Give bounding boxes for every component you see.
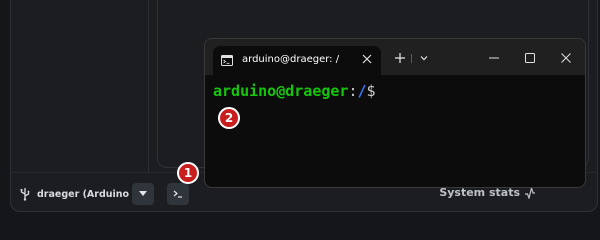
tab-separator	[411, 54, 412, 63]
open-terminal-button[interactable]	[167, 183, 189, 205]
device-dropdown-button[interactable]	[132, 183, 154, 205]
device-label: draeger (Arduino ...	[37, 188, 144, 200]
prompt-user-host: arduino@draeger	[213, 82, 349, 100]
terminal-tab-icon	[221, 55, 233, 66]
terminal-icon	[173, 190, 182, 198]
terminal-window: arduino@draeger: / arduino@draeger:/$	[204, 38, 586, 188]
plus-icon[interactable]	[393, 51, 407, 65]
terminal-tab[interactable]: arduino@draeger: /	[213, 46, 381, 75]
terminal-tab-title: arduino@draeger: /	[242, 54, 340, 65]
chevron-down-icon[interactable]	[417, 51, 431, 65]
prompt-symbol: $	[366, 82, 376, 100]
terminal-titlebar[interactable]: arduino@draeger: /	[205, 39, 585, 75]
terminal-prompt[interactable]: arduino@draeger:/$	[213, 82, 376, 100]
device-selector[interactable]: draeger (Arduino ...	[19, 184, 143, 204]
step-badge-2: 2	[218, 107, 240, 129]
chevron-down-icon	[139, 191, 147, 196]
step-badge-1: 1	[177, 162, 199, 184]
maximize-icon[interactable]	[523, 51, 537, 65]
prompt-separator: :	[348, 82, 358, 100]
prompt-path: /	[357, 82, 367, 100]
sidebar-divider	[148, 0, 149, 173]
activity-icon	[525, 186, 535, 199]
usb-icon	[20, 188, 30, 201]
close-icon[interactable]	[559, 51, 573, 65]
minimize-icon[interactable]	[487, 51, 501, 65]
close-icon[interactable]	[360, 52, 374, 66]
